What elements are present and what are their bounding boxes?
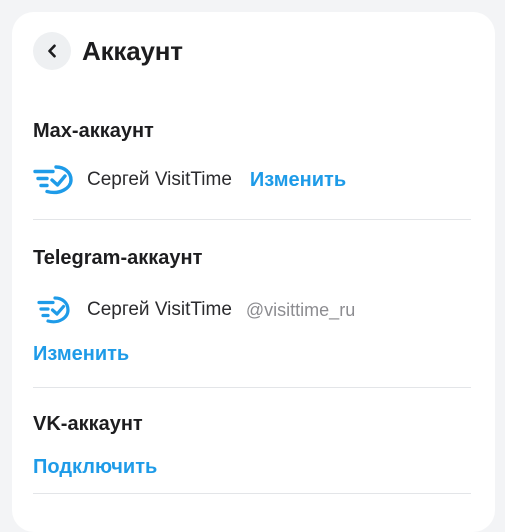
telegram-change-link[interactable]: Изменить xyxy=(33,343,129,365)
divider xyxy=(33,387,471,388)
page-title: Аккаунт xyxy=(82,35,183,66)
visittime-logo-icon xyxy=(33,164,75,196)
telegram-section-title: Telegram-аккаунт xyxy=(33,247,203,269)
max-account-row: Сергей VisitTime Изменить xyxy=(33,164,471,196)
max-change-link[interactable]: Изменить xyxy=(250,169,346,192)
account-card: Аккаунт Max-аккаунт Сергей VisitTime Изм… xyxy=(12,12,495,532)
header: Аккаунт xyxy=(33,32,183,70)
telegram-account-section: Telegram-аккаунт Сергей VisitTime @visit… xyxy=(33,246,471,366)
max-account-section: Max-аккаунт Сергей VisitTime Изменить xyxy=(33,119,471,196)
vk-connect-link[interactable]: Подключить xyxy=(33,456,157,478)
telegram-handle: @visittime_ru xyxy=(245,299,356,320)
max-account-name: Сергей VisitTime xyxy=(87,169,232,190)
telegram-account-name: Сергей VisitTime xyxy=(87,299,232,320)
vk-account-section: VK-аккаунт Подключить xyxy=(33,412,471,479)
visittime-logo-icon xyxy=(33,294,75,326)
divider xyxy=(33,493,471,494)
telegram-account-row: Сергей VisitTime @visittime_ru xyxy=(33,294,471,326)
vk-section-title: VK-аккаунт xyxy=(33,413,143,435)
max-section-title: Max-аккаунт xyxy=(33,120,154,142)
back-button[interactable] xyxy=(33,32,71,70)
chevron-left-icon xyxy=(48,44,56,58)
divider xyxy=(33,219,471,220)
